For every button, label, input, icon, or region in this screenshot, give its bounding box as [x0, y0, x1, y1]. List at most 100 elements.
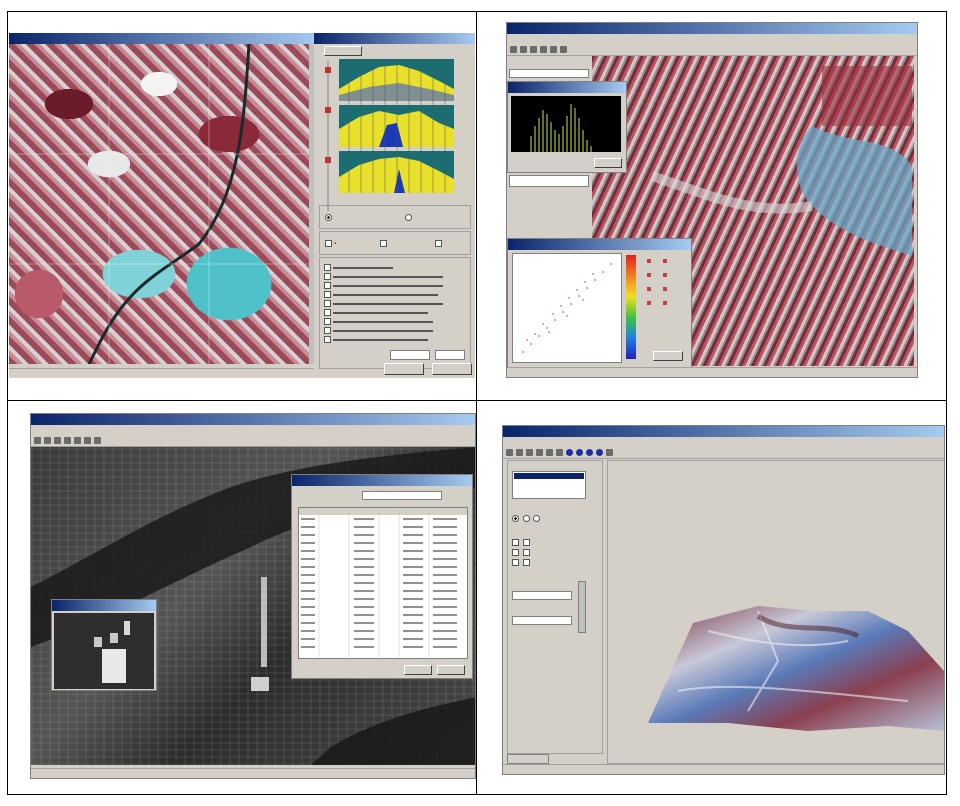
q2-histogram-button[interactable] [594, 158, 622, 168]
q1-close-button[interactable] [432, 363, 472, 375]
q1-param-field-2[interactable] [435, 350, 465, 360]
q1-group-method [319, 257, 471, 369]
select-icon[interactable] [560, 46, 567, 53]
q1-apply-button[interactable] [384, 363, 424, 375]
q1-method-item[interactable] [324, 291, 464, 300]
q4-color-field[interactable] [512, 616, 572, 625]
q3-data-table [298, 507, 468, 659]
q3-table-search-field[interactable] [362, 491, 442, 500]
q4-render-radios[interactable] [512, 515, 542, 522]
q2-histogram-window [507, 81, 627, 173]
q4-component-checks-1[interactable] [512, 539, 532, 546]
q1-band-slider[interactable] [324, 61, 332, 211]
zoom-in-icon[interactable] [64, 437, 71, 444]
zoom-in-icon[interactable] [530, 46, 537, 53]
q1-check-red[interactable]: ▪ [325, 240, 336, 247]
q1-group-band: ▪ [319, 231, 471, 255]
q1-method-list [324, 264, 464, 345]
q2-value-field[interactable] [509, 175, 589, 187]
save-icon[interactable] [44, 437, 51, 444]
q4-layer-list-selected[interactable] [514, 473, 584, 479]
q1-method-item[interactable] [324, 327, 464, 336]
q1-method-item[interactable] [324, 273, 464, 282]
q1-method-item[interactable] [324, 318, 464, 327]
zoom-out-icon[interactable] [540, 46, 547, 53]
open-icon[interactable] [510, 46, 517, 53]
q1-check-blue[interactable] [435, 240, 444, 247]
q2-scatter-titlebar [508, 239, 691, 250]
save-icon[interactable] [526, 449, 533, 456]
q2-scatter-window [507, 238, 692, 373]
q3-status-bar [31, 768, 475, 778]
q2-scatter-plot [512, 253, 622, 363]
q4-layer-list[interactable] [512, 471, 586, 499]
info-icon[interactable] [94, 437, 101, 444]
q2-class-buttons [643, 255, 687, 365]
q2-coordinate-field[interactable] [509, 69, 589, 78]
q3-titlebar [31, 414, 475, 425]
q1-param-field-1[interactable] [390, 350, 430, 360]
q3-zoom-image [54, 613, 154, 689]
q2-menubar [507, 34, 917, 44]
q1-method-item[interactable] [324, 336, 464, 345]
q4-titlebar [503, 426, 944, 437]
q2-status-bar [507, 367, 917, 377]
q2-toolbar [507, 44, 917, 56]
new-icon[interactable] [506, 449, 513, 456]
q1-radio-2[interactable] [405, 214, 414, 221]
q3-table-titlebar [292, 475, 472, 486]
q3-table-cancel-button[interactable] [437, 665, 465, 675]
q3-table-ok-button[interactable] [404, 665, 432, 675]
q2-color-ramp [626, 255, 636, 359]
q2-titlebar [507, 23, 917, 34]
q4-application-window [502, 425, 945, 775]
q1-image-titlebar [9, 33, 317, 44]
q4-side-panel [507, 460, 603, 754]
open-icon[interactable] [34, 437, 41, 444]
grid-divider-vertical [476, 11, 477, 795]
q4-panel-tabs[interactable] [507, 754, 549, 764]
rotate-right-icon[interactable] [576, 449, 583, 456]
q4-motion-field[interactable] [512, 591, 572, 600]
open-icon[interactable] [516, 449, 523, 456]
q1-radio-1[interactable] [325, 214, 334, 221]
tilt-up-icon[interactable] [586, 449, 593, 456]
q4-component-checks-3[interactable] [512, 559, 532, 566]
q1-histogram-stack [339, 59, 454, 193]
q1-select-dropdown[interactable] [324, 46, 362, 56]
save-icon[interactable] [520, 46, 527, 53]
q4-component-checks-2[interactable] [512, 549, 532, 556]
q2-histogram-titlebar [508, 82, 626, 93]
q2-scatter-ok-button[interactable] [653, 351, 683, 361]
q1-method-item[interactable] [324, 309, 464, 318]
q1-group-mode [319, 205, 471, 229]
help-icon[interactable] [606, 449, 613, 456]
pan-icon[interactable] [84, 437, 91, 444]
q3-menubar [31, 425, 475, 435]
rotate-left-icon[interactable] [566, 449, 573, 456]
q1-status-bar [9, 368, 314, 378]
q1-satellite-image [9, 44, 309, 364]
print-icon[interactable] [54, 437, 61, 444]
q1-check-green[interactable] [380, 240, 389, 247]
q4-menubar [503, 437, 944, 447]
q4-toolbar [503, 447, 944, 459]
grid-divider-horizontal [7, 400, 947, 401]
q4-elevation-slider[interactable] [578, 581, 586, 633]
q1-method-item[interactable] [324, 300, 464, 309]
zoom-in-icon[interactable] [546, 449, 553, 456]
q1-method-item[interactable] [324, 264, 464, 273]
tilt-down-icon[interactable] [596, 449, 603, 456]
pan-icon[interactable] [550, 46, 557, 53]
q2-histogram-plot [511, 96, 621, 152]
q1-screenshot: ▪ [9, 33, 475, 378]
q3-zoom-window [51, 599, 157, 691]
q3-application-window [30, 413, 476, 779]
q3-table-grid [299, 508, 467, 658]
zoom-out-icon[interactable] [74, 437, 81, 444]
print-icon[interactable] [536, 449, 543, 456]
q4-3d-view [607, 460, 944, 764]
q1-method-item[interactable] [324, 282, 464, 291]
zoom-out-icon[interactable] [556, 449, 563, 456]
q4-terrain-model [648, 606, 944, 731]
